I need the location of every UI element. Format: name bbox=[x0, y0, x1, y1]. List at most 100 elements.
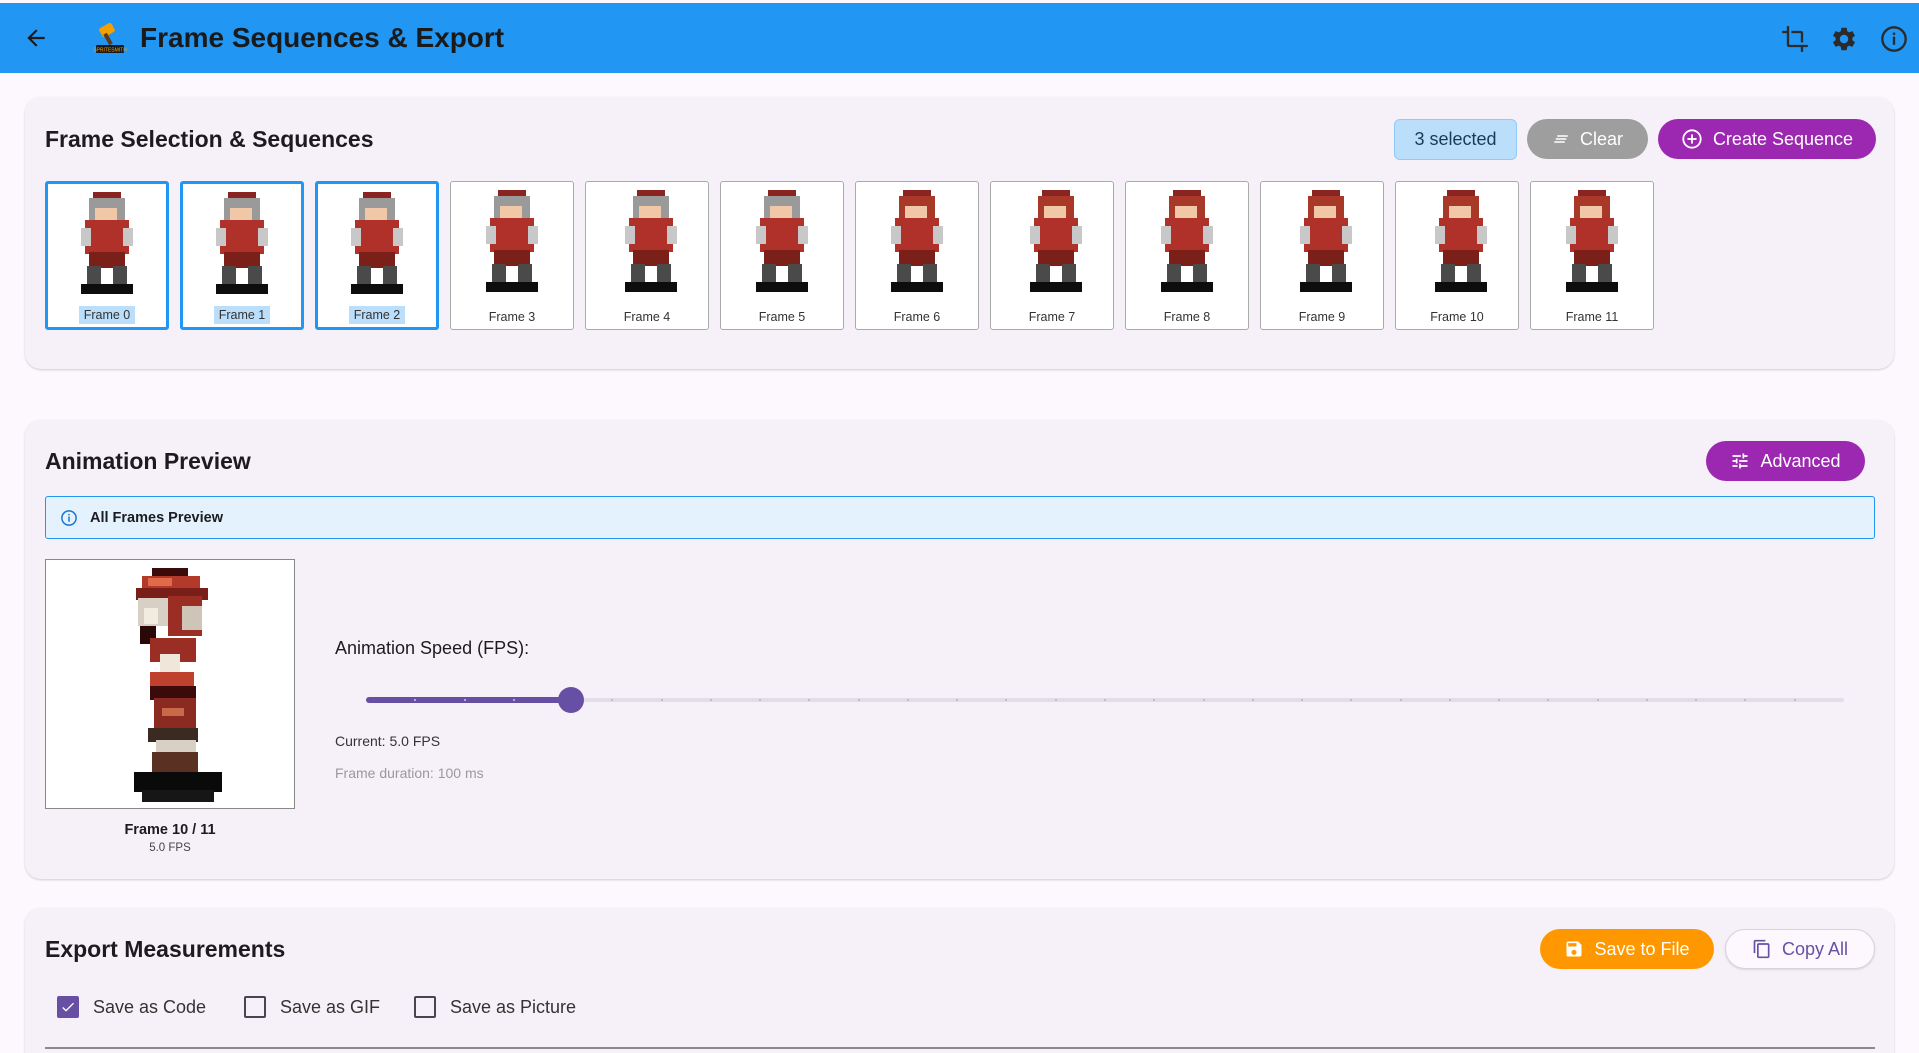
selected-count-label: 3 selected bbox=[1414, 129, 1497, 149]
checkbox-label: Save as GIF bbox=[280, 996, 381, 1017]
sprite-frame-image bbox=[1566, 190, 1618, 292]
frame-thumbnail[interactable]: Frame 10 bbox=[1395, 181, 1519, 330]
info-outline-icon bbox=[61, 509, 77, 526]
frame-label-text: Frame 6 bbox=[893, 310, 941, 324]
frame-thumbnail[interactable]: Frame 4 bbox=[585, 181, 709, 330]
current-fps-text: Current: 5.0 FPS bbox=[335, 733, 441, 749]
frame-label-text: Frame 5 bbox=[758, 310, 806, 324]
frame-thumbnail[interactable]: Frame 11 bbox=[1530, 181, 1654, 330]
copy-all-button[interactable]: Copy All bbox=[1725, 929, 1875, 969]
save-to-file-button[interactable]: Save to File bbox=[1540, 929, 1714, 969]
frame-label: Frame 4 bbox=[586, 310, 708, 324]
slider-tick bbox=[857, 699, 860, 701]
frame-thumbnail[interactable]: Frame 3 bbox=[450, 181, 574, 330]
slider-tick bbox=[1104, 699, 1106, 701]
export-output-border bbox=[45, 1047, 1875, 1049]
info-button[interactable] bbox=[1876, 21, 1912, 57]
slider-tick bbox=[1596, 699, 1599, 701]
slider-tick bbox=[709, 699, 712, 701]
frame-label-text: Frame 1 bbox=[213, 306, 271, 324]
sprite-frame-image bbox=[1161, 190, 1213, 292]
frame-label: Frame 3 bbox=[451, 310, 573, 324]
frame-label: Frame 0 bbox=[48, 306, 166, 324]
export-option[interactable]: Save as GIF bbox=[244, 996, 380, 1018]
frame-label: Frame 9 bbox=[1261, 310, 1383, 324]
checkbox[interactable] bbox=[414, 996, 436, 1018]
tune-icon bbox=[1732, 453, 1748, 469]
frame-thumbnail[interactable]: Frame 6 bbox=[855, 181, 979, 330]
save-icon bbox=[1566, 941, 1582, 957]
info-banner-text: All Frames Preview bbox=[90, 509, 223, 526]
frame-label-text: Frame 7 bbox=[1028, 310, 1076, 324]
animation-preview-card: Animation Preview bbox=[25, 420, 1894, 879]
frame-thumbnail[interactable]: Frame 2 bbox=[315, 181, 439, 330]
selected-count-badge: 3 selected bbox=[1394, 119, 1517, 160]
advanced-button[interactable]: Advanced bbox=[1706, 441, 1865, 481]
animation-preview-canvas bbox=[45, 559, 295, 809]
sprite-frame-image bbox=[486, 190, 538, 292]
save-to-file-label: Save to File bbox=[1594, 938, 1690, 959]
frame-thumbnail[interactable]: Frame 5 bbox=[720, 181, 844, 330]
clear-button[interactable]: Clear bbox=[1527, 119, 1648, 159]
checkbox[interactable] bbox=[244, 996, 266, 1018]
export-option[interactable]: Save as Code bbox=[57, 996, 206, 1018]
frame-label: Frame 2 bbox=[318, 306, 436, 324]
settings-button[interactable] bbox=[1826, 21, 1862, 57]
fps-caption: 5.0 FPS bbox=[149, 842, 191, 854]
frame-label-text: Frame 8 bbox=[1163, 310, 1211, 324]
copy-icon bbox=[1753, 939, 1770, 959]
crop-button[interactable] bbox=[1777, 21, 1813, 57]
gear-icon bbox=[1833, 27, 1855, 51]
checkbox-label: Save as Picture bbox=[450, 996, 577, 1017]
slider-tick bbox=[1251, 699, 1254, 701]
export-option[interactable]: Save as Picture bbox=[414, 996, 576, 1018]
slider-tick bbox=[463, 699, 466, 701]
frame-thumbnail[interactable]: Frame 8 bbox=[1125, 181, 1249, 330]
animation-speed-label: Animation Speed (FPS): bbox=[335, 638, 530, 658]
svg-text:SPRITESMITH: SPRITESMITH bbox=[93, 48, 127, 54]
create-sequence-button[interactable]: Create Sequence bbox=[1658, 119, 1876, 159]
frame-duration-text: Frame duration: 100 ms bbox=[335, 765, 484, 781]
clear-label: Clear bbox=[1579, 128, 1623, 149]
slider-tick bbox=[1793, 699, 1796, 701]
slider-tick bbox=[1202, 699, 1205, 701]
slider-tick bbox=[1448, 699, 1451, 701]
advanced-label: Advanced bbox=[1760, 450, 1841, 471]
slider-tick bbox=[660, 699, 663, 701]
sprite-frame-image bbox=[351, 192, 403, 294]
info-icon bbox=[1881, 26, 1907, 52]
frame-label-text: Frame 9 bbox=[1298, 310, 1346, 324]
info-banner: All Frames Preview bbox=[45, 496, 1875, 539]
sprite-frame-image bbox=[625, 190, 677, 292]
frame-label-text: Frame 10 bbox=[1430, 310, 1484, 324]
frame-label-text: Frame 3 bbox=[488, 310, 536, 324]
slider-tick bbox=[1645, 699, 1648, 701]
frame-label-text: Frame 2 bbox=[348, 306, 406, 324]
animation-preview-title: Animation Preview bbox=[45, 448, 251, 474]
frame-label: Frame 1 bbox=[183, 306, 301, 324]
sprite-frame-image bbox=[216, 192, 268, 294]
crop-icon bbox=[1782, 26, 1808, 52]
slider-thumb[interactable] bbox=[558, 687, 584, 713]
slider-tick bbox=[906, 699, 909, 701]
slider-tick bbox=[512, 699, 515, 701]
frame-thumbnail[interactable]: Frame 1 bbox=[180, 181, 304, 330]
frame-label: Frame 6 bbox=[856, 310, 978, 324]
slider-track-active[interactable] bbox=[366, 697, 571, 703]
frame-thumbnail[interactable]: Frame 7 bbox=[990, 181, 1114, 330]
frame-thumbnail[interactable]: Frame 9 bbox=[1260, 181, 1384, 330]
sprite-preview-image bbox=[134, 568, 222, 802]
sprite-frame-image bbox=[1300, 190, 1352, 292]
slider-tick bbox=[1054, 699, 1057, 701]
frame-thumbnail[interactable]: Frame 0 bbox=[45, 181, 169, 330]
back-button[interactable] bbox=[16, 18, 56, 58]
sprite-frame-image bbox=[1030, 190, 1082, 292]
sprite-frame-image bbox=[1435, 190, 1487, 292]
sprite-frame-image bbox=[756, 190, 808, 292]
sprite-frame-image bbox=[81, 192, 133, 294]
create-sequence-label: Create Sequence bbox=[1712, 128, 1854, 149]
frame-selection-title: Frame Selection & Sequences bbox=[45, 126, 374, 152]
copy-all-label: Copy All bbox=[1781, 938, 1849, 959]
checkbox-label: Save as Code bbox=[93, 996, 207, 1017]
checkbox[interactable] bbox=[57, 996, 79, 1018]
